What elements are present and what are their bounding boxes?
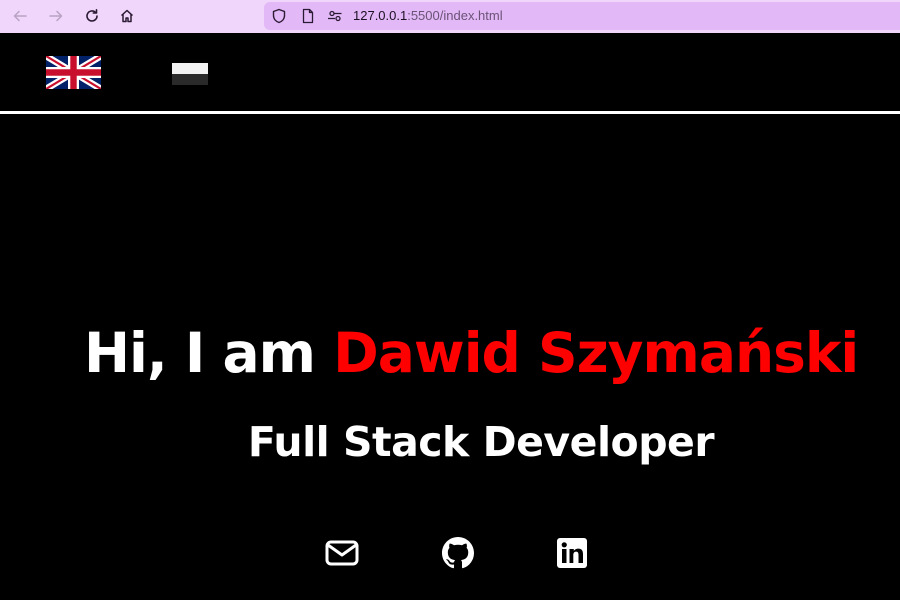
linkedin-icon bbox=[557, 538, 587, 568]
shield-icon[interactable] bbox=[271, 8, 287, 24]
hero-title: Hi, I am Dawid Szymański bbox=[84, 318, 900, 388]
browser-toolbar: 127.0.0.1:5500/index.html bbox=[0, 0, 900, 33]
back-button[interactable] bbox=[7, 3, 33, 29]
forward-button[interactable] bbox=[43, 3, 69, 29]
email-link[interactable] bbox=[325, 536, 359, 570]
flag-stripe-dark bbox=[172, 74, 208, 85]
permissions-icon[interactable] bbox=[327, 8, 343, 24]
url-text[interactable]: 127.0.0.1:5500/index.html bbox=[353, 8, 503, 24]
reload-button[interactable] bbox=[79, 3, 105, 29]
home-button[interactable] bbox=[114, 3, 140, 29]
arrow-right-icon bbox=[49, 10, 63, 22]
github-link[interactable] bbox=[441, 536, 475, 570]
hero-greeting: Hi, I am bbox=[84, 321, 334, 385]
github-icon bbox=[442, 537, 474, 569]
url-host: 127.0.0.1 bbox=[353, 8, 408, 23]
hero-subtitle: Full Stack Developer bbox=[247, 418, 715, 466]
reload-icon bbox=[86, 9, 98, 22]
page-icon[interactable] bbox=[300, 8, 316, 24]
hero-name: Dawid Szymański bbox=[333, 321, 859, 385]
language-polish-button[interactable] bbox=[172, 63, 208, 85]
flag-stripe-white bbox=[172, 63, 208, 74]
language-english-button[interactable] bbox=[44, 53, 103, 92]
uk-flag-icon bbox=[44, 53, 103, 92]
site-header bbox=[0, 33, 900, 114]
home-icon bbox=[120, 9, 134, 23]
linkedin-link[interactable] bbox=[555, 536, 589, 570]
envelope-icon bbox=[325, 540, 359, 566]
arrow-left-icon bbox=[13, 10, 27, 22]
poland-flag-icon bbox=[172, 63, 208, 85]
url-path: :5500/index.html bbox=[407, 8, 503, 23]
address-bar[interactable]: 127.0.0.1:5500/index.html bbox=[264, 2, 900, 30]
